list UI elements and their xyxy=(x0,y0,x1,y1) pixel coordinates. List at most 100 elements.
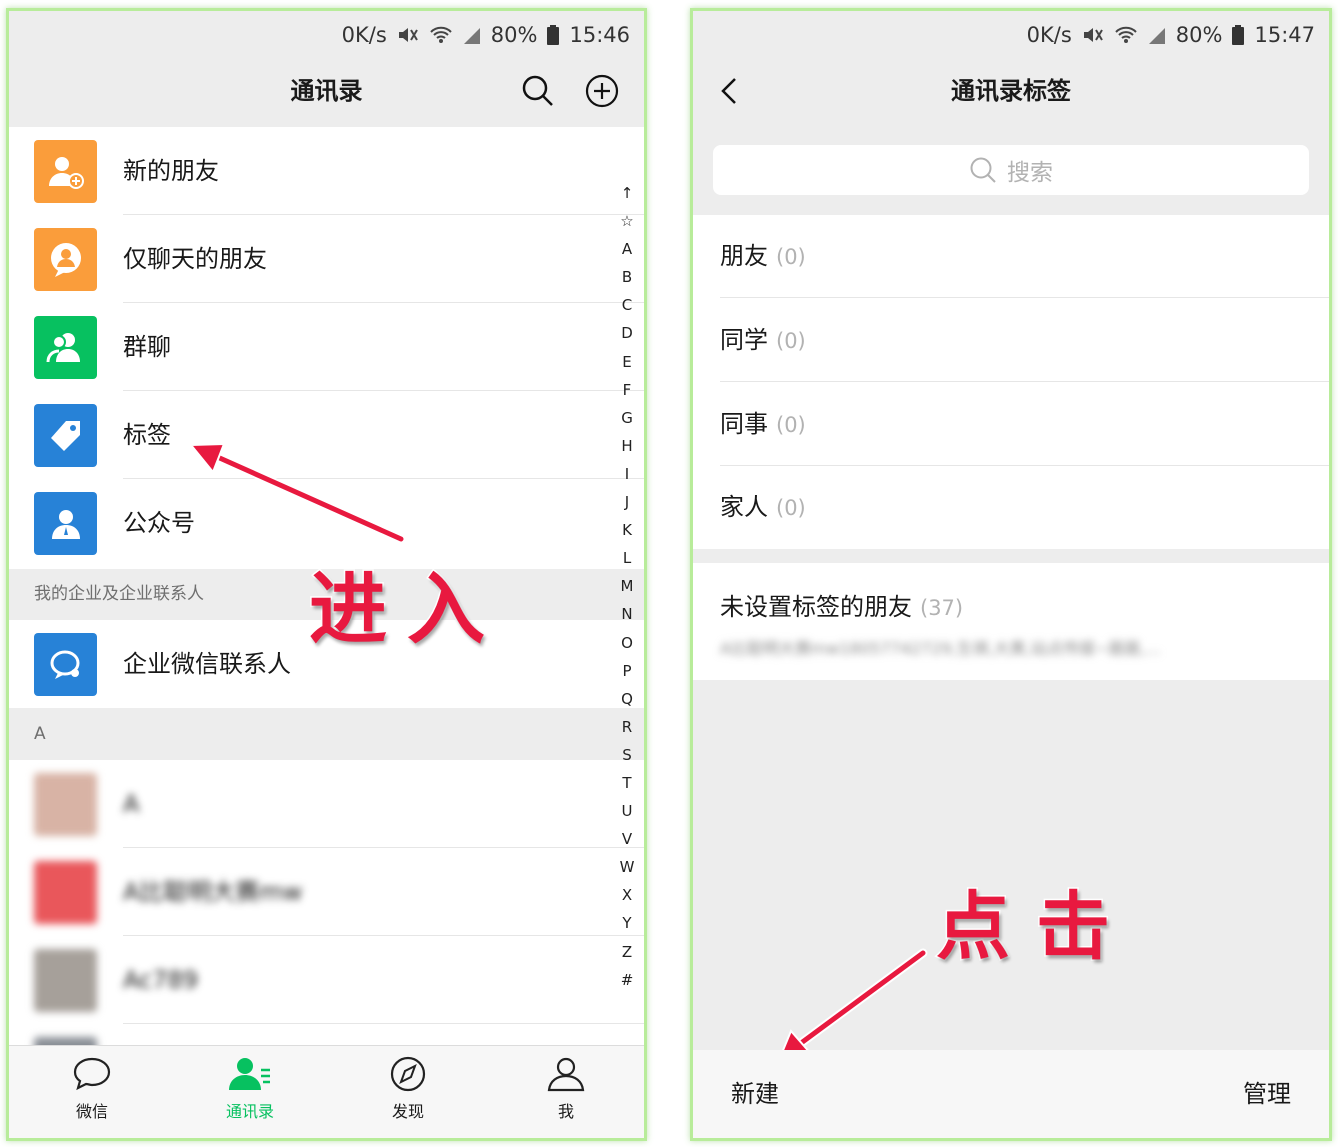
index-letter[interactable]: # xyxy=(621,966,634,994)
contact-tags-screen: 0K/s 80% 15:47 通讯录标签 搜索 朋友 (0) 同学 (0) 同事 (0… xyxy=(690,8,1332,1141)
tab-chats[interactable]: 微信 xyxy=(32,1056,152,1122)
index-letter[interactable]: D xyxy=(621,319,633,347)
signal-icon xyxy=(1148,28,1165,44)
index-letter[interactable]: T xyxy=(622,769,631,797)
tag-name: 家人 xyxy=(720,493,768,521)
avatar xyxy=(34,861,97,924)
contact-row[interactable]: A比聪明大赛mw xyxy=(9,848,644,936)
untagged-members: A比聪明大赛mw18057742729,生祺,大黄,站点传媒~聂聂,... xyxy=(720,639,1161,658)
divider xyxy=(720,297,1329,298)
clock: 15:46 xyxy=(569,23,630,47)
tag-name: 同事 xyxy=(720,410,768,438)
tab-label: 发现 xyxy=(391,1102,424,1121)
index-letter[interactable]: G xyxy=(621,404,633,432)
new-tag-button[interactable]: 新建 xyxy=(731,1050,779,1138)
index-letter[interactable]: J xyxy=(625,488,629,516)
tab-discover[interactable]: 发现 xyxy=(348,1056,468,1122)
row-label: 新的朋友 xyxy=(123,157,219,185)
tag-row-family[interactable]: 家人 (0) xyxy=(693,466,1329,549)
index-letter[interactable]: A xyxy=(622,235,632,263)
divider xyxy=(720,381,1329,382)
arrow-annotation-right xyxy=(777,948,928,1062)
tab-me[interactable]: 我 xyxy=(506,1056,626,1122)
index-letter[interactable]: Q xyxy=(621,685,633,713)
battery-level: 80% xyxy=(1175,23,1223,47)
search-icon[interactable] xyxy=(520,73,556,109)
bottom-tab-bar: 微信 通讯录 发现 我 xyxy=(9,1045,644,1138)
mute-icon xyxy=(398,28,418,42)
alphabet-index[interactable]: ↑ ☆ A B C D E F G H I J K L M N O P Q R S T U V W X Y Z # xyxy=(617,179,637,994)
row-label: 仅聊天的朋友 xyxy=(123,245,267,273)
tag-count: (0) xyxy=(776,496,806,520)
chat-only-friend-icon xyxy=(34,228,97,291)
page-title: 通讯录标签 xyxy=(951,77,1071,105)
annotation-click: 点击 xyxy=(935,883,1136,972)
navbar: 通讯录标签 xyxy=(693,55,1329,127)
mute-icon xyxy=(1083,28,1103,42)
battery-icon xyxy=(547,25,560,45)
row-label: 群聊 xyxy=(123,333,171,361)
untagged-title: 未设置标签的朋友 xyxy=(720,593,912,621)
index-letter[interactable]: B xyxy=(622,263,632,291)
search-input[interactable]: 搜索 xyxy=(713,145,1309,195)
index-letter[interactable]: E xyxy=(622,348,631,376)
network-speed: 0K/s xyxy=(1026,23,1072,47)
contact-name: A比聪明大赛mw xyxy=(123,878,303,906)
index-letter[interactable]: H xyxy=(621,432,632,460)
tab-label: 我 xyxy=(557,1102,574,1121)
enterprise-wechat-icon xyxy=(34,633,97,696)
tag-icon xyxy=(34,404,97,467)
index-letter[interactable]: X xyxy=(622,881,632,909)
person-icon xyxy=(547,1057,585,1092)
avatar xyxy=(34,949,97,1012)
index-letter[interactable]: I xyxy=(625,460,629,488)
group-chat-icon xyxy=(34,316,97,379)
index-letter[interactable]: K xyxy=(622,516,632,544)
untagged-friends-row[interactable]: 未设置标签的朋友 (37) A比聪明大赛mw18057742729,生祺,大黄,站… xyxy=(693,563,1329,680)
tag-row-classmates[interactable]: 同学 (0) xyxy=(693,299,1329,382)
row-label: 企业微信联系人 xyxy=(123,650,291,678)
annotation-enter: 进入 xyxy=(307,563,506,657)
index-letter[interactable]: M xyxy=(621,572,634,600)
search-placeholder: 搜索 xyxy=(1007,160,1053,186)
index-letter[interactable]: F xyxy=(623,376,632,404)
index-letter[interactable]: S xyxy=(622,741,632,769)
index-letter[interactable]: ↑ xyxy=(621,179,634,207)
index-letter[interactable]: R xyxy=(622,713,632,741)
index-letter[interactable]: W xyxy=(620,853,635,881)
untagged-count: (37) xyxy=(920,596,964,620)
tag-count: (0) xyxy=(776,245,806,269)
group-chats-row[interactable]: 群聊 xyxy=(9,303,644,391)
arrow-annotation-left xyxy=(188,442,406,544)
index-letter[interactable]: ☆ xyxy=(620,207,633,235)
status-bar: 0K/s 80% 15:46 xyxy=(342,19,630,51)
index-letter[interactable]: Z xyxy=(622,938,632,966)
index-letter[interactable]: O xyxy=(621,629,633,657)
add-icon[interactable] xyxy=(584,73,620,109)
index-letter[interactable]: C xyxy=(622,291,632,319)
tab-label: 通讯录 xyxy=(225,1102,274,1121)
contact-row[interactable]: A xyxy=(9,760,644,848)
manage-button[interactable]: 管理 xyxy=(1243,1050,1291,1138)
index-letter[interactable]: V xyxy=(622,825,632,853)
index-letter[interactable]: N xyxy=(621,600,632,628)
index-letter[interactable]: U xyxy=(622,797,633,825)
section-header-a: A xyxy=(9,708,644,760)
avatar xyxy=(34,773,97,836)
chat-only-friends-row[interactable]: 仅聊天的朋友 xyxy=(9,215,644,303)
tab-label: 微信 xyxy=(75,1102,108,1121)
signal-icon xyxy=(463,28,480,44)
index-letter[interactable]: P xyxy=(622,657,631,685)
index-letter[interactable]: Y xyxy=(622,909,631,937)
index-letter[interactable]: L xyxy=(623,544,631,572)
contact-row[interactable]: Ac789 xyxy=(9,936,644,1024)
search-icon xyxy=(970,157,996,183)
contact-name: Ac789 xyxy=(123,966,198,994)
battery-level: 80% xyxy=(490,23,538,47)
tag-name: 同学 xyxy=(720,326,768,354)
status-bar: 0K/s 80% 15:47 xyxy=(1027,19,1315,51)
tag-row-colleagues[interactable]: 同事 (0) xyxy=(693,383,1329,466)
new-friends-row[interactable]: 新的朋友 xyxy=(9,127,644,215)
tab-contacts[interactable]: 通讯录 xyxy=(190,1056,310,1122)
tag-row-friends[interactable]: 朋友 (0) xyxy=(693,215,1329,298)
